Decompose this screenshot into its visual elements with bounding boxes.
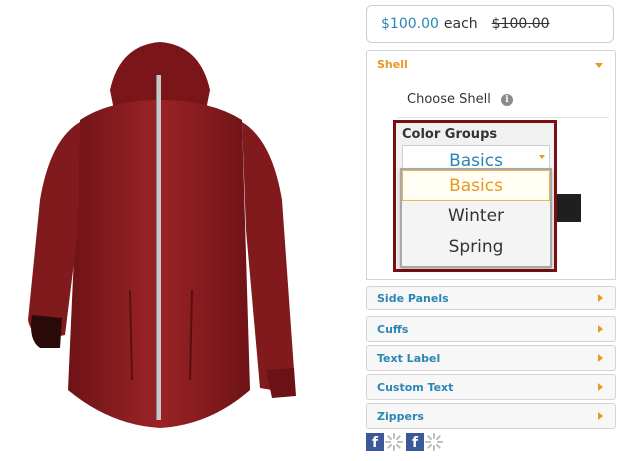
- color-swatch-black[interactable]: [557, 194, 581, 222]
- chevron-down-icon: [595, 62, 603, 68]
- accordion-custom-text[interactable]: Custom Text: [366, 374, 616, 400]
- loading-spinner-icon: [385, 433, 403, 451]
- accordion-text-label-label: Text Label: [377, 351, 441, 365]
- chevron-right-icon: [598, 412, 603, 420]
- accordion-cuffs-label: Cuffs: [377, 322, 409, 336]
- accordion-side-panels-label: Side Panels: [377, 291, 449, 305]
- chevron-right-icon: [598, 383, 603, 391]
- price-each-label: each: [443, 16, 478, 32]
- accordion-cuffs[interactable]: Cuffs: [366, 316, 616, 342]
- info-icon[interactable]: i: [500, 94, 513, 106]
- facebook-icon[interactable]: f: [366, 433, 384, 451]
- choose-shell-row: Choose Shell i: [407, 92, 513, 107]
- color-groups-highlight: Color Groups Basics Basics Winter Spring: [393, 120, 557, 272]
- accordion-zippers[interactable]: Zippers: [366, 403, 616, 429]
- choose-shell-label: Choose Shell: [407, 92, 491, 107]
- divider: [397, 117, 609, 118]
- option-winter[interactable]: Winter: [402, 201, 550, 232]
- chevron-right-icon: [598, 325, 603, 333]
- option-basics[interactable]: Basics: [402, 170, 550, 201]
- accordion-shell-label: Shell: [377, 58, 408, 71]
- accordion-custom-text-label: Custom Text: [377, 380, 454, 394]
- accordion-zippers-label: Zippers: [377, 409, 424, 423]
- accordion-shell[interactable]: Shell: [366, 50, 616, 78]
- color-groups-options: Basics Winter Spring: [400, 168, 552, 268]
- price-current: $100.00: [381, 16, 439, 32]
- social-share-bar: f f: [366, 432, 446, 452]
- chevron-down-icon: [539, 155, 545, 159]
- accordion-text-label[interactable]: Text Label: [366, 345, 616, 371]
- color-groups-title: Color Groups: [402, 127, 498, 142]
- chevron-right-icon: [598, 354, 603, 362]
- accordion-side-panels[interactable]: Side Panels: [366, 286, 616, 310]
- color-groups-select[interactable]: Basics: [402, 145, 550, 169]
- option-spring[interactable]: Spring: [402, 232, 550, 263]
- color-groups-selected-value: Basics: [449, 151, 503, 169]
- product-jacket-image: [28, 42, 296, 428]
- price-box: $100.00 each $100.00: [366, 5, 614, 43]
- facebook-icon[interactable]: f: [406, 433, 424, 451]
- price-original: $100.00: [491, 16, 550, 32]
- chevron-right-icon: [598, 294, 603, 302]
- loading-spinner-icon: [425, 433, 443, 451]
